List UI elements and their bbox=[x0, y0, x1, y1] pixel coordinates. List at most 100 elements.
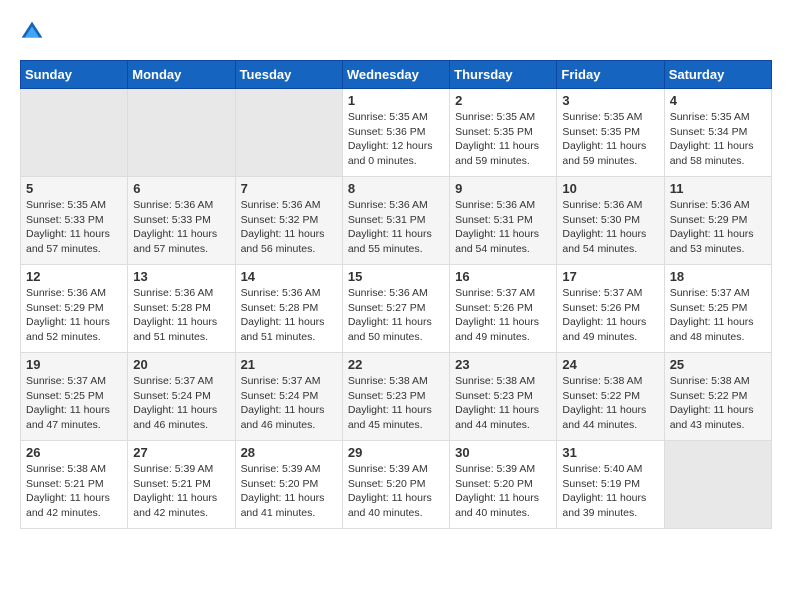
calendar-cell: 28 Sunrise: 5:39 AM Sunset: 5:20 PM Dayli… bbox=[235, 441, 342, 529]
day-number: 17 bbox=[562, 269, 658, 284]
day-number: 27 bbox=[133, 445, 229, 460]
calendar-week-1: 1Sunrise: 5:35 AM Sunset: 5:36 PM Daylig… bbox=[21, 89, 772, 177]
calendar-cell: 17 Sunrise: 5:37 AM Sunset: 5:26 PM Dayli… bbox=[557, 265, 664, 353]
calendar-cell: 11 Sunrise: 5:36 AM Sunset: 5:29 PM Dayli… bbox=[664, 177, 771, 265]
day-info: Sunrise: 5:38 AM Sunset: 5:22 PM Dayligh… bbox=[562, 374, 658, 433]
day-info: Sunrise: 5:37 AM Sunset: 5:26 PM Dayligh… bbox=[562, 286, 658, 345]
calendar-cell: 7 Sunrise: 5:36 AM Sunset: 5:32 PM Daylig… bbox=[235, 177, 342, 265]
day-number: 28 bbox=[241, 445, 337, 460]
day-info: Sunrise: 5:38 AM Sunset: 5:21 PM Dayligh… bbox=[26, 462, 122, 521]
day-info: Sunrise: 5:39 AM Sunset: 5:21 PM Dayligh… bbox=[133, 462, 229, 521]
day-number: 7 bbox=[241, 181, 337, 196]
calendar-week-2: 5 Sunrise: 5:35 AM Sunset: 5:33 PM Daylig… bbox=[21, 177, 772, 265]
calendar-cell: 26 Sunrise: 5:38 AM Sunset: 5:21 PM Dayli… bbox=[21, 441, 128, 529]
day-number: 22 bbox=[348, 357, 444, 372]
calendar-cell: 20 Sunrise: 5:37 AM Sunset: 5:24 PM Dayli… bbox=[128, 353, 235, 441]
calendar-cell: 2 Sunrise: 5:35 AM Sunset: 5:35 PM Daylig… bbox=[450, 89, 557, 177]
day-number: 25 bbox=[670, 357, 766, 372]
calendar-cell: 25Sunrise: 5:38 AM Sunset: 5:22 PM Dayli… bbox=[664, 353, 771, 441]
day-number: 15 bbox=[348, 269, 444, 284]
day-header-row: SundayMondayTuesdayWednesdayThursdayFrid… bbox=[21, 61, 772, 89]
day-number: 19 bbox=[26, 357, 122, 372]
logo-icon bbox=[20, 20, 44, 44]
day-info: Sunrise: 5:36 AM Sunset: 5:30 PM Dayligh… bbox=[562, 198, 658, 257]
calendar-cell: 6 Sunrise: 5:36 AM Sunset: 5:33 PM Daylig… bbox=[128, 177, 235, 265]
calendar-week-4: 19 Sunrise: 5:37 AM Sunset: 5:25 PM Dayli… bbox=[21, 353, 772, 441]
day-number: 8 bbox=[348, 181, 444, 196]
calendar-cell bbox=[235, 89, 342, 177]
day-info: Sunrise: 5:39 AM Sunset: 5:20 PM Dayligh… bbox=[241, 462, 337, 521]
calendar-cell: 15 Sunrise: 5:36 AM Sunset: 5:27 PM Dayli… bbox=[342, 265, 449, 353]
day-info: Sunrise: 5:36 AM Sunset: 5:28 PM Dayligh… bbox=[241, 286, 337, 345]
calendar-cell: 27 Sunrise: 5:39 AM Sunset: 5:21 PM Dayli… bbox=[128, 441, 235, 529]
calendar-cell: 24 Sunrise: 5:38 AM Sunset: 5:22 PM Dayli… bbox=[557, 353, 664, 441]
day-number: 5 bbox=[26, 181, 122, 196]
day-number: 18 bbox=[670, 269, 766, 284]
day-info: Sunrise: 5:37 AM Sunset: 5:24 PM Dayligh… bbox=[133, 374, 229, 433]
day-number: 20 bbox=[133, 357, 229, 372]
day-number: 4 bbox=[670, 93, 766, 108]
day-number: 14 bbox=[241, 269, 337, 284]
calendar-cell: 3Sunrise: 5:35 AM Sunset: 5:35 PM Daylig… bbox=[557, 89, 664, 177]
calendar-cell bbox=[21, 89, 128, 177]
calendar-cell: 19 Sunrise: 5:37 AM Sunset: 5:25 PM Dayli… bbox=[21, 353, 128, 441]
day-info: Sunrise: 5:36 AM Sunset: 5:32 PM Dayligh… bbox=[241, 198, 337, 257]
day-info: Sunrise: 5:36 AM Sunset: 5:31 PM Dayligh… bbox=[455, 198, 551, 257]
day-header-thursday: Thursday bbox=[450, 61, 557, 89]
day-number: 24 bbox=[562, 357, 658, 372]
calendar-cell: 21Sunrise: 5:37 AM Sunset: 5:24 PM Dayli… bbox=[235, 353, 342, 441]
day-number: 31 bbox=[562, 445, 658, 460]
calendar-cell: 22 Sunrise: 5:38 AM Sunset: 5:23 PM Dayli… bbox=[342, 353, 449, 441]
day-number: 2 bbox=[455, 93, 551, 108]
calendar-cell: 4Sunrise: 5:35 AM Sunset: 5:34 PM Daylig… bbox=[664, 89, 771, 177]
day-info: Sunrise: 5:36 AM Sunset: 5:27 PM Dayligh… bbox=[348, 286, 444, 345]
calendar-cell: 12 Sunrise: 5:36 AM Sunset: 5:29 PM Dayli… bbox=[21, 265, 128, 353]
logo bbox=[20, 20, 48, 44]
day-number: 10 bbox=[562, 181, 658, 196]
day-number: 6 bbox=[133, 181, 229, 196]
day-number: 23 bbox=[455, 357, 551, 372]
calendar-cell: 16 Sunrise: 5:37 AM Sunset: 5:26 PM Dayli… bbox=[450, 265, 557, 353]
calendar-cell: 13 Sunrise: 5:36 AM Sunset: 5:28 PM Dayli… bbox=[128, 265, 235, 353]
day-number: 13 bbox=[133, 269, 229, 284]
day-info: Sunrise: 5:35 AM Sunset: 5:36 PM Dayligh… bbox=[348, 110, 444, 169]
calendar-week-5: 26 Sunrise: 5:38 AM Sunset: 5:21 PM Dayli… bbox=[21, 441, 772, 529]
calendar-table: SundayMondayTuesdayWednesdayThursdayFrid… bbox=[20, 60, 772, 529]
calendar-cell: 14 Sunrise: 5:36 AM Sunset: 5:28 PM Dayli… bbox=[235, 265, 342, 353]
day-header-tuesday: Tuesday bbox=[235, 61, 342, 89]
day-info: Sunrise: 5:37 AM Sunset: 5:26 PM Dayligh… bbox=[455, 286, 551, 345]
day-info: Sunrise: 5:35 AM Sunset: 5:33 PM Dayligh… bbox=[26, 198, 122, 257]
day-info: Sunrise: 5:36 AM Sunset: 5:29 PM Dayligh… bbox=[26, 286, 122, 345]
day-number: 26 bbox=[26, 445, 122, 460]
calendar-cell: 23 Sunrise: 5:38 AM Sunset: 5:23 PM Dayli… bbox=[450, 353, 557, 441]
day-info: Sunrise: 5:36 AM Sunset: 5:28 PM Dayligh… bbox=[133, 286, 229, 345]
day-info: Sunrise: 5:37 AM Sunset: 5:25 PM Dayligh… bbox=[670, 286, 766, 345]
day-info: Sunrise: 5:40 AM Sunset: 5:19 PM Dayligh… bbox=[562, 462, 658, 521]
day-info: Sunrise: 5:37 AM Sunset: 5:25 PM Dayligh… bbox=[26, 374, 122, 433]
day-info: Sunrise: 5:36 AM Sunset: 5:29 PM Dayligh… bbox=[670, 198, 766, 257]
day-header-monday: Monday bbox=[128, 61, 235, 89]
day-info: Sunrise: 5:38 AM Sunset: 5:23 PM Dayligh… bbox=[455, 374, 551, 433]
day-number: 12 bbox=[26, 269, 122, 284]
day-header-friday: Friday bbox=[557, 61, 664, 89]
calendar-cell: 29Sunrise: 5:39 AM Sunset: 5:20 PM Dayli… bbox=[342, 441, 449, 529]
day-number: 30 bbox=[455, 445, 551, 460]
calendar-cell bbox=[128, 89, 235, 177]
day-info: Sunrise: 5:39 AM Sunset: 5:20 PM Dayligh… bbox=[348, 462, 444, 521]
calendar-cell: 30Sunrise: 5:39 AM Sunset: 5:20 PM Dayli… bbox=[450, 441, 557, 529]
calendar-cell: 18 Sunrise: 5:37 AM Sunset: 5:25 PM Dayli… bbox=[664, 265, 771, 353]
day-info: Sunrise: 5:36 AM Sunset: 5:33 PM Dayligh… bbox=[133, 198, 229, 257]
calendar-cell: 5 Sunrise: 5:35 AM Sunset: 5:33 PM Daylig… bbox=[21, 177, 128, 265]
day-info: Sunrise: 5:35 AM Sunset: 5:35 PM Dayligh… bbox=[455, 110, 551, 169]
day-number: 3 bbox=[562, 93, 658, 108]
calendar-cell: 8 Sunrise: 5:36 AM Sunset: 5:31 PM Daylig… bbox=[342, 177, 449, 265]
day-header-wednesday: Wednesday bbox=[342, 61, 449, 89]
page-header bbox=[20, 20, 772, 44]
day-header-sunday: Sunday bbox=[21, 61, 128, 89]
day-info: Sunrise: 5:38 AM Sunset: 5:23 PM Dayligh… bbox=[348, 374, 444, 433]
day-number: 11 bbox=[670, 181, 766, 196]
calendar-cell: 31 Sunrise: 5:40 AM Sunset: 5:19 PM Dayli… bbox=[557, 441, 664, 529]
day-number: 16 bbox=[455, 269, 551, 284]
day-number: 9 bbox=[455, 181, 551, 196]
day-info: Sunrise: 5:36 AM Sunset: 5:31 PM Dayligh… bbox=[348, 198, 444, 257]
